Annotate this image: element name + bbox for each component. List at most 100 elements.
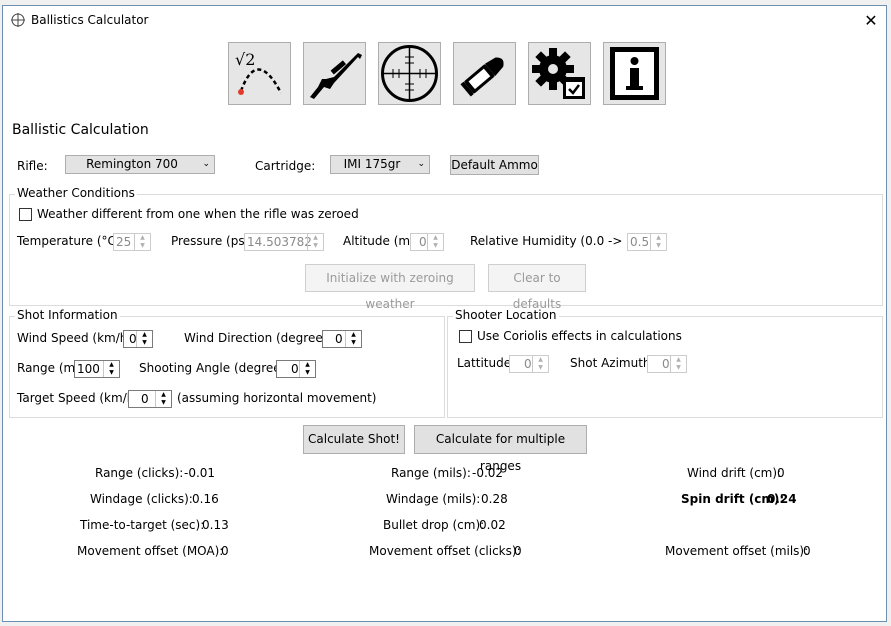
settings-button[interactable]	[528, 42, 591, 105]
target-speed-value: 0	[141, 392, 149, 406]
temperature-value: 25	[116, 235, 132, 249]
temperature-input[interactable]: 25 ▲ ▼	[113, 233, 151, 251]
temperature-label: Temperature (°C)	[17, 234, 121, 248]
spin-down-icon[interactable]: ▼	[651, 242, 666, 250]
app-window: Ballistics Calculator ✕ √2 Ballistic Cal…	[2, 5, 887, 622]
calculate-shot-button[interactable]: Calculate Shot!	[303, 425, 405, 454]
latitude-value: 0	[524, 357, 532, 371]
coriolis-checkbox[interactable]	[459, 330, 472, 343]
movement-clicks-label: Movement offset (clicks):	[369, 544, 521, 558]
spin-up-icon[interactable]: ▲	[651, 234, 666, 242]
spin-down-icon[interactable]: ▼	[428, 242, 443, 250]
rifle-button[interactable]	[303, 42, 366, 105]
windage-mils-value: 0.28	[481, 492, 508, 506]
wind-direction-label: Wind Direction (degrees):	[184, 331, 338, 345]
spin-down-icon[interactable]: ▼	[533, 364, 548, 372]
altitude-label: Altitude (m)	[343, 234, 415, 248]
altitude-input[interactable]: 0 ▲ ▼	[410, 233, 444, 251]
init-zeroing-weather-button[interactable]: Initialize with zeroing weather	[305, 264, 475, 311]
target-speed-input[interactable]: 0 ▲ ▼	[128, 390, 172, 408]
chevron-down-icon: ⌄	[417, 159, 425, 169]
spin-up-icon[interactable]: ▲	[135, 234, 150, 242]
movement-moa-value: 0	[221, 544, 229, 558]
close-button[interactable]: ✕	[856, 6, 886, 36]
trajectory-icon: √2	[235, 50, 283, 95]
range-input[interactable]: 100 ▲ ▼	[74, 360, 120, 378]
section-title: Ballistic Calculation	[12, 122, 149, 138]
spin-down-icon[interactable]: ▼	[135, 242, 150, 250]
default-ammo-button[interactable]: Default Ammo	[450, 155, 539, 175]
crosshair-app-icon	[11, 13, 25, 27]
movement-mils-label: Movement offset (mils):	[665, 544, 809, 558]
wind-direction-value: 0	[335, 332, 343, 346]
windage-clicks-value: 0.16	[192, 492, 219, 506]
target-speed-note: (assuming horizontal movement)	[177, 391, 377, 405]
shooting-angle-input[interactable]: 0 ▲ ▼	[276, 360, 316, 378]
spin-down-icon[interactable]: ▼	[137, 339, 152, 347]
spin-up-icon[interactable]: ▲	[137, 331, 152, 339]
info-button[interactable]	[603, 42, 666, 105]
spin-down-icon[interactable]: ▼	[300, 369, 315, 377]
weather-checkbox[interactable]	[19, 208, 32, 221]
spin-up-icon[interactable]: ▲	[104, 361, 119, 369]
shot-azimuth-input[interactable]: 0 ▲ ▼	[647, 355, 687, 373]
bullet-drop-value: 0.02	[479, 518, 506, 532]
clear-defaults-button[interactable]: Clear to defaults	[488, 264, 586, 311]
spin-up-icon[interactable]: ▲	[156, 391, 171, 399]
spin-drift-value: 0.24	[767, 492, 797, 506]
windage-clicks-label: Windage (clicks):	[90, 492, 193, 506]
humidity-label: Relative Humidity (0.0 -> 1.0)	[470, 234, 650, 248]
humidity-input[interactable]: 0.5 ▲ ▼	[627, 233, 667, 251]
svg-text:√2: √2	[235, 50, 255, 69]
latitude-label: Lattitude:	[457, 356, 516, 370]
range-value: 100	[77, 362, 100, 376]
range-clicks-label: Range (clicks):	[95, 466, 184, 480]
wind-direction-input[interactable]: 0 ▲ ▼	[322, 330, 362, 348]
spin-down-icon[interactable]: ▼	[156, 399, 171, 407]
rifle-select-value: Remington 700	[86, 157, 178, 171]
weather-checkbox-label: Weather different from one when the rifl…	[37, 207, 359, 221]
rifle-label: Rifle:	[17, 159, 48, 173]
spin-up-icon[interactable]: ▲	[308, 234, 323, 242]
shot-azimuth-label: Shot Azimuth:	[570, 356, 655, 370]
shot-info-group-title: Shot Information	[15, 308, 120, 322]
shot-azimuth-value: 0	[662, 357, 670, 371]
humidity-value: 0.5	[630, 235, 650, 249]
info-icon	[610, 47, 659, 100]
range-clicks-value: -0.01	[184, 466, 216, 480]
rifle-select[interactable]: Remington 700 ⌄	[65, 155, 215, 174]
wind-drift-value: 0	[777, 466, 785, 480]
spin-down-icon[interactable]: ▼	[671, 364, 686, 372]
pressure-label: Pressure (psi)	[171, 234, 253, 248]
rifle-icon	[310, 53, 362, 99]
trajectory-button[interactable]: √2	[228, 42, 291, 105]
spin-up-icon[interactable]: ▲	[533, 356, 548, 364]
movement-moa-label: Movement offset (MOA):	[77, 544, 224, 558]
spin-up-icon[interactable]: ▲	[671, 356, 686, 364]
movement-mils-value: 0	[803, 544, 811, 558]
cartridge-select[interactable]: IMI 175gr ⌄	[330, 155, 430, 174]
spin-up-icon[interactable]: ▲	[428, 234, 443, 242]
range-label: Range (m)	[17, 361, 80, 375]
cartridge-label: Cartridge:	[255, 159, 316, 173]
scope-button[interactable]	[378, 42, 441, 105]
calculate-multiple-ranges-button[interactable]: Calculate for multiple ranges	[414, 425, 587, 473]
spin-down-icon[interactable]: ▼	[308, 242, 323, 250]
pressure-input[interactable]: 14.503782 ▲ ▼	[244, 233, 324, 251]
time-to-target-label: Time-to-target (sec):	[80, 518, 205, 532]
spin-up-icon[interactable]: ▲	[300, 361, 315, 369]
altitude-value: 0	[419, 235, 427, 249]
spin-up-icon[interactable]: ▲	[346, 331, 361, 339]
spin-down-icon[interactable]: ▼	[104, 369, 119, 377]
shooting-angle-label: Shooting Angle (degrees)	[139, 361, 292, 375]
target-speed-label: Target Speed (km/h)	[17, 391, 140, 405]
wind-speed-label: Wind Speed (km/h)	[17, 331, 133, 345]
spin-down-icon[interactable]: ▼	[346, 339, 361, 347]
wind-speed-input[interactable]: 0 ▲ ▼	[123, 330, 153, 348]
title-bar: Ballistics Calculator ✕	[3, 6, 886, 36]
range-mils-label: Range (mils):	[391, 466, 471, 480]
movement-clicks-value: 0	[514, 544, 522, 558]
windage-mils-label: Windage (mils):	[386, 492, 481, 506]
cartridge-button[interactable]	[453, 42, 516, 105]
latitude-input[interactable]: 0 ▲ ▼	[509, 355, 549, 373]
